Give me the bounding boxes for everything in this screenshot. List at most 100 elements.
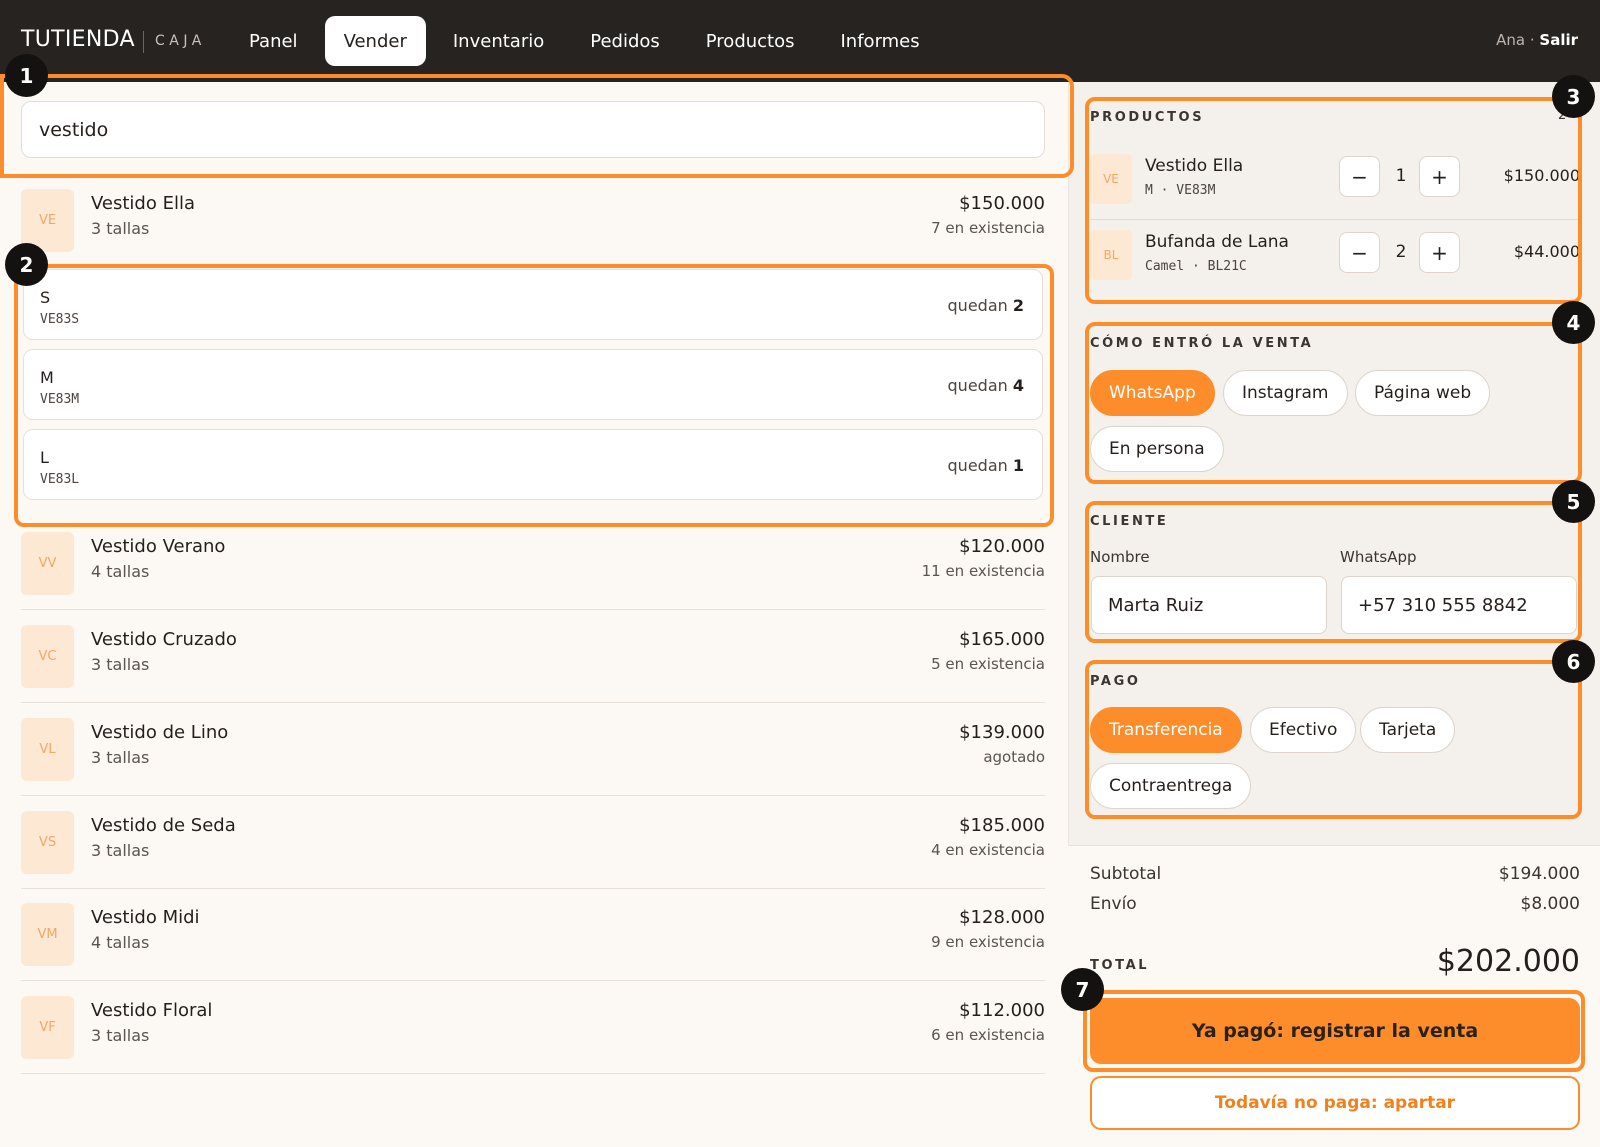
payment-label: PAGO bbox=[1090, 674, 1141, 689]
product-name: Vestido Floral bbox=[91, 1000, 213, 1021]
cart-item-name: Bufanda de Lana bbox=[1145, 232, 1289, 252]
increase-qty-button[interactable]: + bbox=[1419, 156, 1460, 197]
product-stock: 6 en existencia bbox=[931, 1026, 1045, 1044]
product-name: Vestido de Seda bbox=[91, 815, 236, 836]
product-sizes: 3 tallas bbox=[91, 841, 150, 860]
product-row[interactable]: VC Vestido Cruzado 3 tallas $165.000 5 e… bbox=[21, 609, 1045, 703]
product-row[interactable]: VV Vestido Verano 4 tallas $120.000 11 e… bbox=[21, 516, 1045, 610]
annotation-badge: 3 bbox=[1552, 75, 1595, 118]
shipping-value: $8.000 bbox=[1520, 894, 1580, 914]
variant-sku: VE83M bbox=[40, 392, 80, 407]
customer-name-input[interactable] bbox=[1091, 576, 1327, 634]
channel-in-person-chip[interactable]: En persona bbox=[1090, 426, 1224, 472]
product-sizes: 3 tallas bbox=[91, 655, 150, 674]
product-price: $185.000 bbox=[959, 815, 1045, 836]
annotation-badge: 5 bbox=[1552, 480, 1595, 523]
customer-label: CLIENTE bbox=[1090, 514, 1169, 529]
shipping-label: Envío bbox=[1090, 894, 1137, 914]
product-name: Vestido de Lino bbox=[91, 722, 229, 743]
product-name: Vestido Ella bbox=[91, 193, 195, 214]
nav-tab-vender[interactable]: Vender bbox=[324, 16, 426, 66]
product-search-input[interactable] bbox=[21, 101, 1045, 158]
product-stock: agotado bbox=[983, 748, 1045, 766]
cart-item-meta: M · VE83M bbox=[1145, 183, 1216, 198]
variant-option-l[interactable]: L VE83L quedan 1 bbox=[23, 429, 1043, 500]
product-sizes: 4 tallas bbox=[91, 562, 150, 581]
cart-item: BL Bufanda de Lana Camel · BL21C − 2 + $… bbox=[1090, 220, 1580, 294]
nav-tab-inventario[interactable]: Inventario bbox=[434, 16, 563, 66]
product-thumbnail: VF bbox=[21, 996, 74, 1059]
cart-item-name: Vestido Ella bbox=[1145, 156, 1244, 176]
product-price: $139.000 bbox=[959, 722, 1045, 743]
reserve-button[interactable]: Todavía no paga: apartar bbox=[1090, 1076, 1580, 1130]
nav-tab-productos[interactable]: Productos bbox=[687, 16, 814, 66]
decrease-qty-button[interactable]: − bbox=[1339, 156, 1380, 197]
channel-label: CÓMO ENTRÓ LA VENTA bbox=[1090, 336, 1314, 351]
product-stock: 7 en existencia bbox=[931, 219, 1045, 237]
register-sale-button[interactable]: Ya pagó: registrar la venta bbox=[1090, 998, 1580, 1064]
payment-card-chip[interactable]: Tarjeta bbox=[1360, 707, 1456, 753]
nav-tab-panel[interactable]: Panel bbox=[230, 16, 317, 66]
cart-item-price: $150.000 bbox=[1503, 166, 1580, 185]
cart-label: PRODUCTOS bbox=[1090, 110, 1205, 125]
payment-cod-chip[interactable]: Contraentrega bbox=[1090, 763, 1252, 809]
brand-logo[interactable]: TUTIENDA bbox=[21, 27, 135, 52]
cart-item-price: $44.000 bbox=[1513, 242, 1580, 261]
annotation-badge: 4 bbox=[1552, 301, 1595, 344]
product-row[interactable]: VF Vestido Floral 3 tallas $112.000 6 en… bbox=[21, 980, 1045, 1074]
decrease-qty-button[interactable]: − bbox=[1339, 232, 1380, 273]
payment-transfer-chip[interactable]: Transferencia bbox=[1090, 707, 1242, 753]
payment-cash-chip[interactable]: Efectivo bbox=[1250, 707, 1357, 753]
brand-subtitle: CAJA bbox=[155, 33, 206, 49]
variant-option-m[interactable]: M VE83M quedan 4 bbox=[23, 349, 1043, 420]
product-price: $128.000 bbox=[959, 907, 1045, 928]
variant-sku: VE83L bbox=[40, 472, 80, 487]
customer-whatsapp-input[interactable] bbox=[1341, 576, 1577, 634]
variant-remaining: quedan 2 bbox=[947, 296, 1024, 315]
annotation-badge: 1 bbox=[5, 54, 48, 97]
total-label: TOTAL bbox=[1090, 958, 1150, 973]
product-name: Vestido Verano bbox=[91, 536, 226, 557]
product-name: Vestido Midi bbox=[91, 907, 200, 928]
product-sizes: 3 tallas bbox=[91, 748, 150, 767]
total-value: $202.000 bbox=[1436, 944, 1580, 979]
cart-item-meta: Camel · BL21C bbox=[1145, 259, 1247, 274]
product-thumbnail: VM bbox=[21, 903, 74, 966]
channel-instagram-chip[interactable]: Instagram bbox=[1223, 370, 1348, 416]
nav-tab-pedidos[interactable]: Pedidos bbox=[571, 16, 679, 66]
variant-remaining: quedan 1 bbox=[947, 456, 1024, 475]
nav-tab-informes[interactable]: Informes bbox=[822, 16, 939, 66]
product-thumbnail: VV bbox=[21, 532, 74, 595]
cart-item-thumbnail: VE bbox=[1090, 154, 1132, 204]
product-price: $112.000 bbox=[959, 1000, 1045, 1021]
cart-item: VE Vestido Ella M · VE83M − 1 + $150.000 bbox=[1090, 144, 1580, 218]
product-row[interactable]: VE Vestido Ella 3 tallas $150.000 7 en e… bbox=[21, 173, 1045, 267]
annotation-badge: 6 bbox=[1552, 640, 1595, 683]
channel-web-chip[interactable]: Página web bbox=[1355, 370, 1491, 416]
variant-sku: VE83S bbox=[40, 312, 80, 327]
logout-link[interactable]: Salir bbox=[1539, 31, 1578, 49]
user-separator: · bbox=[1529, 31, 1535, 49]
user-name: Ana bbox=[1496, 31, 1526, 49]
product-thumbnail: VS bbox=[21, 811, 74, 874]
product-price: $150.000 bbox=[959, 193, 1045, 214]
variant-remaining: quedan 4 bbox=[947, 376, 1024, 395]
product-stock: 11 en existencia bbox=[921, 562, 1045, 580]
product-row[interactable]: VS Vestido de Seda 3 tallas $185.000 4 e… bbox=[21, 795, 1045, 889]
product-stock: 5 en existencia bbox=[931, 655, 1045, 673]
product-thumbnail: VC bbox=[21, 625, 74, 688]
product-row[interactable]: VM Vestido Midi 4 tallas $128.000 9 en e… bbox=[21, 887, 1045, 981]
top-bar: TUTIENDA CAJA Panel Vender Inventario Pe… bbox=[0, 0, 1600, 82]
subtotal-label: Subtotal bbox=[1090, 864, 1162, 884]
variant-option-s[interactable]: S VE83S quedan 2 bbox=[23, 269, 1043, 340]
main-nav: Panel Vender Inventario Pedidos Producto… bbox=[230, 16, 939, 66]
product-stock: 9 en existencia bbox=[931, 933, 1045, 951]
cart-item-thumbnail: BL bbox=[1090, 230, 1132, 280]
product-row[interactable]: VL Vestido de Lino 3 tallas $139.000 ago… bbox=[21, 702, 1045, 796]
annotation-badge: 7 bbox=[1061, 968, 1104, 1011]
product-sizes: 3 tallas bbox=[91, 1026, 150, 1045]
channel-whatsapp-chip[interactable]: WhatsApp bbox=[1090, 370, 1215, 416]
user-menu: Ana · Salir bbox=[1496, 31, 1578, 49]
cart-item-qty: 2 bbox=[1395, 242, 1407, 262]
increase-qty-button[interactable]: + bbox=[1419, 232, 1460, 273]
